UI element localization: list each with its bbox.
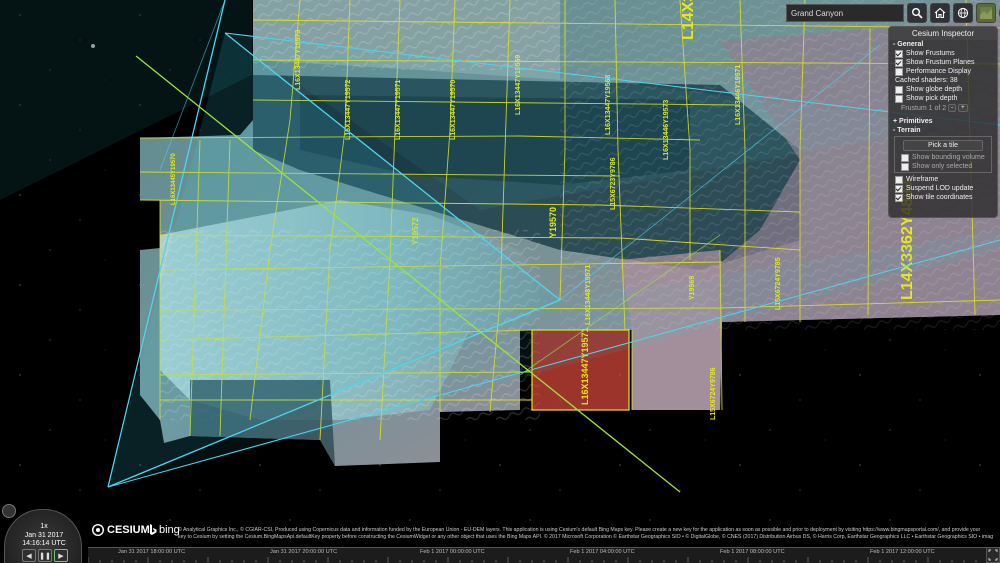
- imagery-layer-icon: [980, 7, 992, 19]
- attribution-line: © Analytical Graphics Inc., © CGIAR-CSI,…: [178, 527, 981, 533]
- show-tile-coordinates-checkbox[interactable]: [895, 193, 903, 202]
- pause-button[interactable]: ❚❚: [38, 549, 52, 562]
- show-only-selected-option[interactable]: Show only selected: [895, 162, 991, 171]
- frustum-increment-button[interactable]: +: [958, 104, 968, 112]
- attribution-line: key to Cesium by setting the Cesium.Bing…: [178, 534, 993, 541]
- home-button[interactable]: [930, 3, 950, 23]
- home-icon: [934, 7, 946, 19]
- tile-label: L16X13445Y19570: [171, 153, 177, 205]
- cached-shaders-text: Cached shaders: 38: [895, 77, 958, 84]
- tile-label-large: L14X3361Y4894: [680, 0, 697, 40]
- cesium-logo-icon: [92, 524, 104, 536]
- timeline-tick-label: Jan 31 2017 20:00:00 UTC: [270, 549, 338, 555]
- animation-date: Jan 31 2017: [24, 532, 64, 539]
- play-forward-button[interactable]: ▶: [54, 549, 68, 562]
- frustum-selector: Frustum 1 of 2 - +: [889, 103, 997, 113]
- search-icon: [912, 8, 923, 19]
- play-reverse-button[interactable]: ◀: [22, 549, 36, 562]
- tile-label: Y19570: [548, 207, 558, 238]
- globe-scene[interactable]: L16X13447Y19573 L16X13447Y19572 L16X1344…: [0, 0, 1000, 563]
- data-attribution: © Analytical Graphics Inc., © CGIAR-CSI,…: [178, 527, 993, 541]
- general-section-toggle[interactable]: - General: [889, 40, 997, 49]
- animation-time: 14:16:14 UTC: [22, 540, 66, 547]
- show-only-selected-checkbox[interactable]: [901, 162, 909, 171]
- bing-logo-text: bing: [159, 524, 180, 536]
- show-globe-depth-option[interactable]: Show globe depth: [889, 85, 997, 94]
- fullscreen-icon: [988, 549, 998, 561]
- tile-label: L15X6724Y9786: [710, 367, 717, 420]
- scene-mode-button[interactable]: [953, 3, 973, 23]
- cesium-logo-text: CESIUM: [107, 524, 150, 536]
- show-pick-depth-option[interactable]: Show pick depth: [889, 94, 997, 103]
- suspend-lod-option[interactable]: Suspend LOD update: [889, 184, 997, 193]
- timeline-tick-label: Feb 1 2017 12:00:00 UTC: [870, 549, 935, 555]
- animation-speed: 1x: [40, 523, 48, 530]
- show-frustum-planes-checkbox[interactable]: [895, 58, 903, 67]
- timeline-tick-label: Feb 1 2017 00:00:00 UTC: [420, 549, 485, 555]
- pick-tile-button[interactable]: Pick a tile: [903, 140, 983, 151]
- show-frustums-option[interactable]: Show Frustums: [889, 49, 997, 58]
- bing-logo[interactable]: bing: [149, 524, 180, 536]
- show-frustum-planes-option[interactable]: Show Frustum Planes: [889, 58, 997, 67]
- terrain-section-toggle[interactable]: - Terrain: [889, 126, 997, 135]
- show-bounding-volume-option[interactable]: Show bounding volume: [895, 153, 991, 162]
- animation-controls: ◀ ❚❚ ▶: [22, 549, 68, 562]
- frustum-decrement-button[interactable]: -: [948, 104, 957, 112]
- pick-tile-group: Pick a tile Show bounding volume Show on…: [894, 136, 992, 173]
- timeline-ticks: [88, 557, 977, 563]
- wireframe-option[interactable]: Wireframe: [889, 175, 997, 184]
- frustum-label: Frustum 1 of 2: [901, 104, 947, 112]
- animation-widget[interactable]: 1x Jan 31 2017 14:16:14 UTC ◀ ❚❚ ▶: [0, 503, 88, 563]
- show-frustums-checkbox[interactable]: [895, 49, 903, 58]
- performance-display-option[interactable]: Performance Display: [889, 67, 997, 76]
- show-pick-depth-checkbox[interactable]: [895, 94, 903, 103]
- toolbar: ?: [786, 3, 1000, 23]
- suspend-lod-checkbox[interactable]: [895, 184, 903, 193]
- show-globe-depth-checkbox[interactable]: [895, 85, 903, 94]
- show-bounding-volume-checkbox[interactable]: [901, 153, 909, 162]
- show-tile-coordinates-option[interactable]: Show tile coordinates: [889, 193, 997, 202]
- globe-icon: [957, 7, 969, 19]
- cesium-viewer[interactable]: L16X13447Y19573 L16X13447Y19572 L16X1344…: [0, 0, 1000, 563]
- timeline[interactable]: Jan 31 2017 18:00:00 UTC Jan 31 2017 20:…: [88, 547, 986, 563]
- geocoder-search-input[interactable]: [786, 4, 904, 22]
- wireframe-checkbox[interactable]: [895, 175, 903, 184]
- base-layer-picker-button[interactable]: [976, 3, 996, 23]
- cesium-logo[interactable]: CESIUM: [92, 524, 150, 536]
- bing-logo-icon: [150, 524, 157, 535]
- inspector-title[interactable]: Cesium Inspector: [889, 27, 997, 40]
- cesium-inspector-panel: Cesium Inspector - General Show Frustums…: [888, 26, 998, 218]
- performance-display-checkbox[interactable]: [895, 67, 903, 76]
- fullscreen-button[interactable]: [986, 547, 1000, 563]
- primitives-section-toggle[interactable]: + Primitives: [889, 117, 997, 126]
- timeline-tick-label: Jan 31 2017 18:00:00 UTC: [118, 549, 186, 555]
- timeline-tick-label: Feb 1 2017 04:00:00 UTC: [570, 549, 635, 555]
- search-button[interactable]: [907, 3, 927, 23]
- timeline-tick-label: Feb 1 2017 08:00:00 UTC: [720, 549, 785, 555]
